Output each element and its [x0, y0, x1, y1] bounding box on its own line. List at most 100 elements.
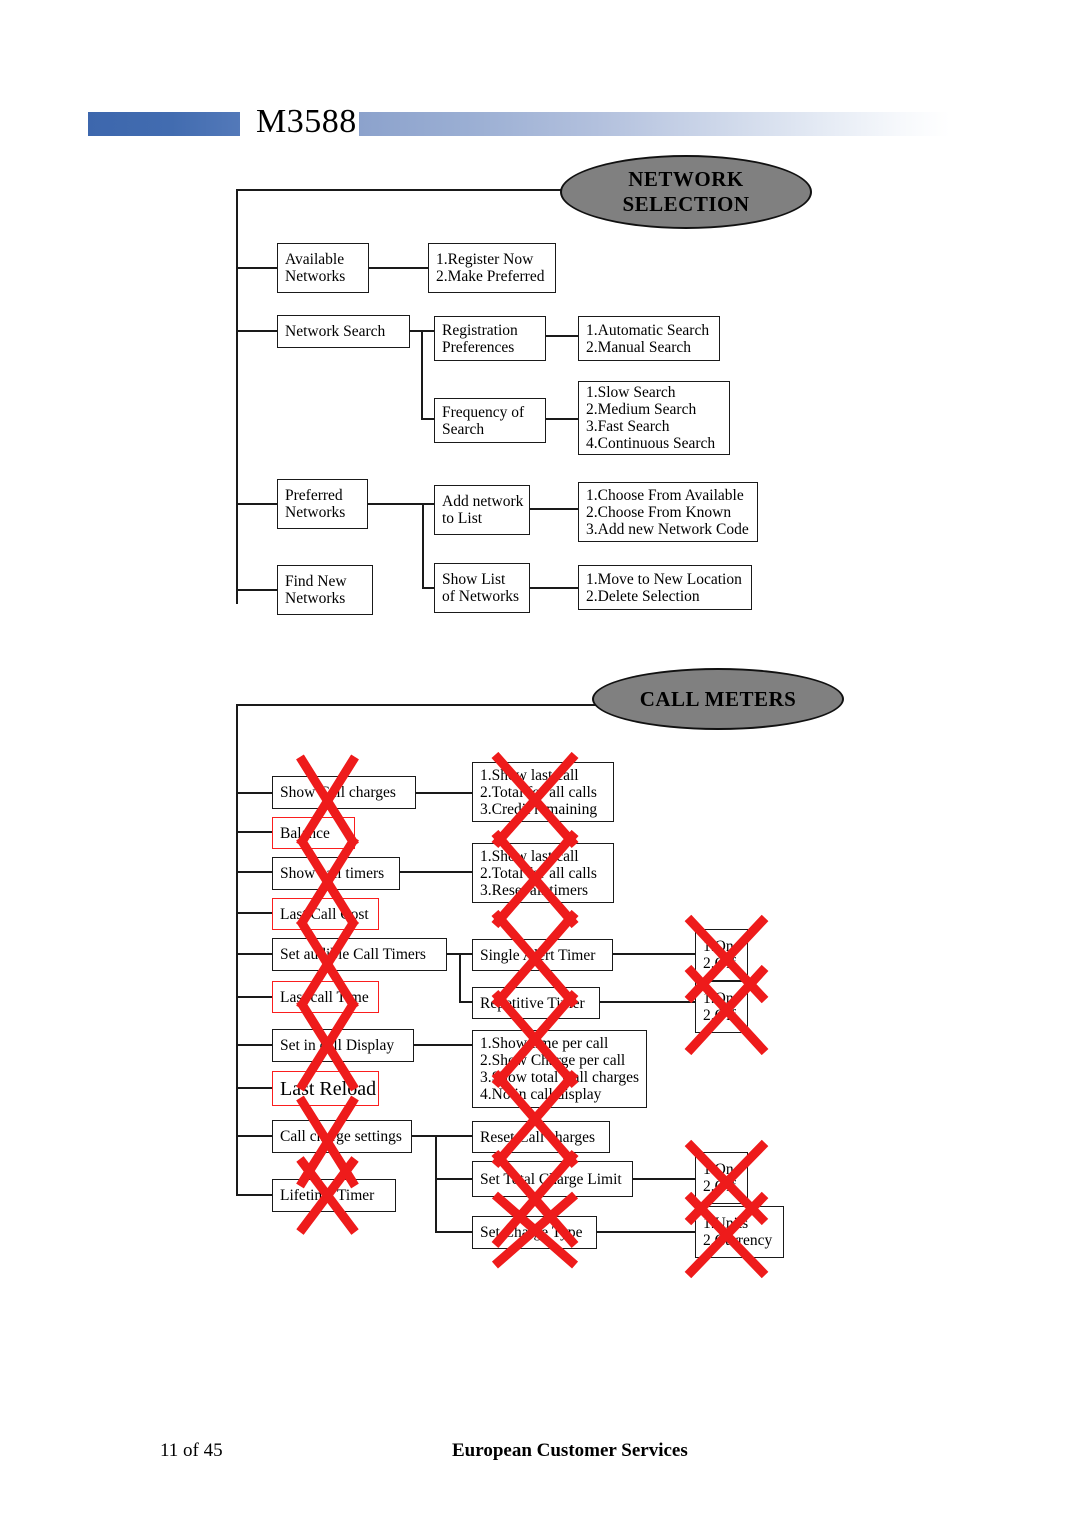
node-line: Set Total Charge Limit — [480, 1170, 622, 1188]
node-reset-call-charges[interactable]: Reset Call charges — [472, 1121, 610, 1153]
node-show-call-charges[interactable]: Show Call charges — [272, 776, 416, 809]
node-line: 1.On — [703, 938, 734, 955]
node-set-total-charge-limit[interactable]: Set Total Charge Limit — [472, 1161, 633, 1197]
node-line: 2.Make Preferred — [436, 268, 545, 285]
node-line: 3.Credit remaining — [480, 800, 598, 818]
node-line: Repetitive Timer — [480, 994, 585, 1012]
node-line: 2.Currency — [703, 1232, 773, 1249]
node-line: Preferences — [442, 338, 515, 356]
node-line: 1.Show time per call — [480, 1035, 609, 1052]
node-line: Networks — [285, 504, 346, 521]
node-charge-type-options[interactable]: 1.Units 2.Currency — [695, 1206, 784, 1258]
node-registration-preferences[interactable]: Registration Preferences — [434, 316, 546, 361]
header-accent-block — [88, 112, 240, 136]
node-line: Lifetime Timer — [280, 1187, 375, 1204]
node-line: Networks — [285, 268, 346, 285]
node-in-call-display-options[interactable]: 1.Show time per call 2.Show Charge per c… — [472, 1030, 647, 1108]
node-line: 2.Choose From Known — [586, 503, 732, 521]
node-line: 2.Off — [703, 1007, 736, 1024]
node-line: 2.Off — [703, 955, 736, 972]
node-line: Show Call charges — [280, 784, 396, 801]
node-line: Registration — [442, 321, 518, 339]
node-line: Reset Call charges — [480, 1128, 596, 1146]
node-line: 4.Continuous Search — [586, 435, 716, 452]
footer-organization: European Customer Services — [452, 1440, 688, 1461]
node-line: 1.Choose From Available — [586, 486, 744, 504]
node-line: of Networks — [442, 588, 520, 605]
node-line: 2.Off — [703, 1178, 736, 1195]
header-gradient-bar — [359, 112, 950, 136]
node-add-network-to-list[interactable]: Add network to List — [434, 485, 530, 535]
node-register-options[interactable]: 1.Register Now 2.Make Preferred — [428, 243, 556, 293]
node-line: 1.Automatic Search — [586, 321, 710, 339]
node-preferred-networks[interactable]: Preferred Networks — [277, 479, 368, 529]
node-line: Set Charge Type — [480, 1224, 583, 1241]
node-search-speed-options[interactable]: 1.Slow Search 2.Medium Search 3.Fast Sea… — [578, 381, 730, 455]
node-line: Show List — [442, 571, 506, 588]
node-last-call-cost[interactable]: Last Call Cost — [272, 898, 379, 930]
node-line: Last Reload — [280, 1077, 377, 1100]
node-line: Frequency of — [442, 403, 525, 421]
node-show-list-of-networks[interactable]: Show List of Networks — [434, 563, 530, 613]
node-line: 2.Total for all calls — [480, 783, 597, 801]
node-line: Single Alert Timer — [480, 946, 596, 964]
node-lifetime-timer[interactable]: Lifetime Timer — [272, 1179, 396, 1212]
node-call-timers-options[interactable]: 1.Show last call 2.Total for all calls 3… — [472, 843, 614, 903]
node-find-new-networks[interactable]: Find New Networks — [277, 565, 373, 615]
node-line: 1.Show last call — [480, 766, 579, 784]
page-header-banner: M3588 — [88, 103, 950, 140]
node-line: Find New — [285, 573, 347, 590]
node-line: Show call timers — [280, 865, 385, 882]
node-show-call-timers[interactable]: Show call timers — [272, 857, 400, 890]
node-line: Add network — [442, 493, 524, 510]
node-line: 2.Total for all calls — [480, 864, 597, 882]
section-heading-network-selection: NETWORK SELECTION — [560, 155, 812, 229]
node-line: to List — [442, 510, 483, 527]
node-line: Available — [285, 251, 345, 268]
node-line: Preferred — [285, 487, 343, 504]
node-line: Set in call Display — [280, 1037, 395, 1054]
node-list-actions-options[interactable]: 1.Move to New Location 2.Delete Selectio… — [578, 565, 752, 610]
heading-line-2: SELECTION — [622, 192, 750, 216]
heading-line-1: CALL METERS — [639, 686, 797, 711]
node-call-charges-options[interactable]: 1.Show last call 2.Total for all calls 3… — [472, 762, 614, 822]
node-add-network-options[interactable]: 1.Choose From Available 2.Choose From Kn… — [578, 482, 758, 542]
node-single-alert-onoff[interactable]: 1.On 2.Off — [695, 929, 748, 981]
node-line: Set audible Call Timers — [280, 946, 426, 963]
node-available-networks[interactable]: Available Networks — [277, 243, 369, 293]
node-balance[interactable]: Balance — [272, 817, 355, 849]
node-line: Last call Time — [280, 988, 369, 1006]
node-line: Network Search — [285, 323, 386, 340]
node-search-mode-options[interactable]: 1.Automatic Search 2.Manual Search — [578, 316, 720, 361]
node-last-reload[interactable]: Last Reload — [272, 1071, 379, 1106]
node-set-audible-call-timers[interactable]: Set audible Call Timers — [272, 938, 447, 971]
node-single-alert-timer[interactable]: Single Alert Timer — [472, 939, 613, 971]
node-line: 1.Move to New Location — [586, 570, 742, 588]
node-frequency-of-search[interactable]: Frequency of Search — [434, 398, 546, 443]
node-repetitive-onoff[interactable]: 1.On 2.Off — [695, 981, 748, 1033]
node-line: 3.Show total Call charges — [480, 1069, 639, 1086]
node-set-charge-type[interactable]: Set Charge Type — [472, 1216, 597, 1249]
node-line: 1.Slow Search — [586, 384, 676, 401]
node-line: 1.On — [703, 990, 734, 1007]
node-line: 1.Show last call — [480, 847, 579, 865]
node-line: Search — [442, 420, 485, 438]
node-line: Balance — [280, 824, 330, 842]
node-repetitive-timer[interactable]: Repetitive Timer — [472, 987, 600, 1019]
node-call-charge-settings[interactable]: Call charge settings — [272, 1120, 412, 1153]
page-footer: 11 of 45 European Customer Services — [0, 1440, 1080, 1480]
node-line: 3.Reset all timers — [480, 881, 589, 899]
section-heading-call-meters: CALL METERS — [592, 668, 844, 730]
node-line: 2.Show Charge per call — [480, 1052, 626, 1069]
node-charge-limit-onoff[interactable]: 1.On 2.Off — [695, 1152, 748, 1204]
node-line: 2.Manual Search — [586, 338, 692, 356]
node-line: 1.Register Now — [436, 251, 534, 268]
footer-page-number: 11 of 45 — [160, 1440, 223, 1461]
node-set-in-call-display[interactable]: Set in call Display — [272, 1029, 414, 1062]
node-network-search[interactable]: Network Search — [277, 315, 410, 348]
node-line: 3.Fast Search — [586, 418, 670, 435]
node-line: 3.Add new Network Code — [586, 520, 749, 538]
node-last-call-time[interactable]: Last call Time — [272, 981, 379, 1013]
node-line: Last Call Cost — [280, 905, 369, 923]
node-line: 2.Medium Search — [586, 401, 697, 418]
